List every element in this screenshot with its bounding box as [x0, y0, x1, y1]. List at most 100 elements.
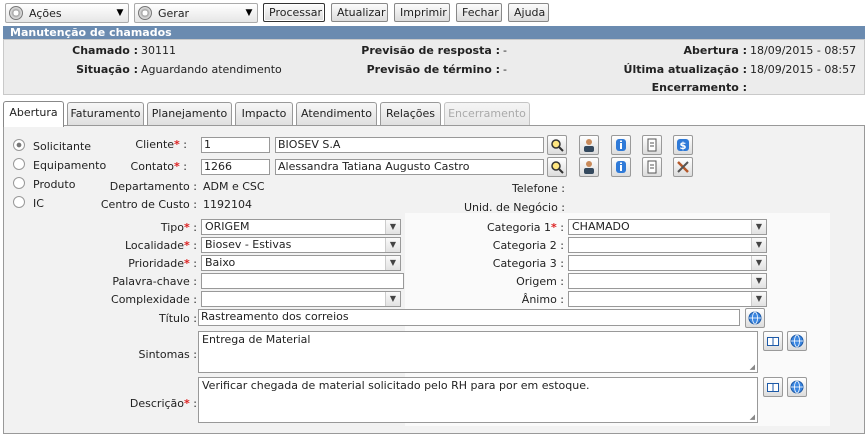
departamento-value: ADM e CSC: [203, 180, 265, 193]
palavra-chave-label: Palavra-chave :: [112, 275, 197, 288]
notepad-icon[interactable]: [642, 157, 662, 177]
gerar-label: Gerar: [158, 6, 190, 20]
search-icon[interactable]: [547, 135, 567, 155]
telefone-label: Telefone :: [512, 182, 565, 195]
resize-grip-icon[interactable]: ◢: [750, 363, 755, 371]
animo-select[interactable]: ▼: [568, 291, 767, 307]
localidade-select[interactable]: Biosev - Estivas ▼: [201, 237, 401, 253]
tab-planejamento[interactable]: Planejamento: [147, 102, 232, 126]
abertura-label: Abertura :: [683, 44, 747, 57]
contato-code-input[interactable]: 1266: [201, 159, 270, 175]
complexidade-select[interactable]: ▼: [201, 291, 401, 307]
processar-button[interactable]: Processar: [263, 3, 325, 22]
complexidade-value: [205, 292, 385, 306]
sintomas-textarea[interactable]: Entrega de Material ◢: [198, 331, 758, 373]
sintomas-text: Entrega de Material: [202, 333, 311, 346]
chevron-down-icon: ▼: [385, 238, 400, 252]
prioridade-select[interactable]: Baixo ▼: [201, 255, 401, 271]
situacao-value: Aguardando atendimento: [141, 63, 282, 76]
tab-atendimento[interactable]: Atendimento: [296, 102, 377, 126]
atualizar-button[interactable]: Atualizar: [331, 3, 388, 22]
encerramento-label: Encerramento :: [651, 81, 747, 94]
svg-text:$: $: [680, 141, 687, 152]
descricao-label: Descrição* :: [129, 397, 197, 410]
ajuda-button[interactable]: Ajuda: [508, 3, 549, 22]
previsao-resposta-value: -: [503, 44, 507, 57]
radio-produto-label: Produto: [33, 178, 76, 191]
book-icon[interactable]: [763, 377, 783, 397]
previsao-termino-value: -: [503, 63, 507, 76]
dollar-icon[interactable]: $: [673, 135, 693, 155]
categoria3-label: Categoria 3 :: [492, 257, 564, 270]
chevron-down-icon: ▼: [245, 8, 253, 18]
categoria1-select[interactable]: CHAMADO ▼: [568, 219, 767, 235]
chevron-down-icon: ▼: [385, 220, 400, 234]
gerar-dropdown[interactable]: Gerar ▼: [134, 3, 258, 23]
cliente-code-input[interactable]: 1: [201, 137, 270, 153]
ultima-atualizacao-label: Última atualização :: [623, 63, 747, 76]
categoria3-select[interactable]: ▼: [568, 255, 767, 271]
globe-icon[interactable]: [787, 331, 807, 351]
globe-icon[interactable]: [745, 308, 765, 328]
resize-grip-icon[interactable]: ◢: [750, 413, 755, 421]
info-icon[interactable]: [611, 157, 631, 177]
user-icon[interactable]: [579, 157, 599, 177]
info-icon[interactable]: [611, 135, 631, 155]
abertura-value: 18/09/2015 - 08:57: [750, 44, 857, 57]
acoes-dropdown[interactable]: Ações ▼: [5, 3, 129, 23]
prioridade-label: Prioridade* :: [128, 257, 197, 270]
categoria1-label: Categoria 1* :: [487, 221, 564, 234]
origem-label: Origem :: [516, 275, 564, 288]
user-icon[interactable]: [579, 135, 599, 155]
cliente-label: Cliente* :: [135, 138, 187, 151]
categoria2-select[interactable]: ▼: [568, 237, 767, 253]
notepad-icon[interactable]: [642, 135, 662, 155]
tipo-select[interactable]: ORIGEM ▼: [201, 219, 401, 235]
fechar-button[interactable]: Fechar: [456, 3, 502, 22]
contato-name-input[interactable]: Alessandra Tatiana Augusto Castro: [275, 159, 544, 175]
animo-value: [572, 292, 751, 306]
imprimir-button[interactable]: Imprimir: [394, 3, 450, 22]
search-icon[interactable]: [547, 157, 567, 177]
radio-equipamento[interactable]: [13, 158, 25, 170]
chevron-down-icon: ▼: [751, 220, 766, 234]
descricao-textarea[interactable]: Verificar chegada de material solicitado…: [198, 377, 758, 423]
tab-relacoes[interactable]: Relações: [380, 102, 441, 126]
prioridade-value: Baixo: [205, 256, 236, 269]
book-icon[interactable]: [763, 331, 783, 351]
active-tab-joint: [4, 124, 63, 127]
tipo-value: ORIGEM: [205, 220, 250, 233]
descricao-text: Verificar chegada de material solicitado…: [202, 379, 590, 392]
previsao-termino-label: Previsão de término :: [366, 63, 500, 76]
radio-solicitante-label: Solicitante: [33, 140, 92, 153]
tab-impacto[interactable]: Impacto: [235, 102, 293, 126]
radio-ic[interactable]: [13, 196, 25, 208]
palavra-chave-input[interactable]: [201, 273, 404, 289]
cliente-name-input[interactable]: BIOSEV S.A: [275, 137, 544, 153]
chevron-down-icon: ▼: [751, 292, 766, 306]
situacao-label: Situação :: [76, 63, 138, 76]
titulo-input[interactable]: Rastreamento dos correios: [198, 309, 740, 326]
chevron-down-icon: ▼: [751, 238, 766, 252]
tab-faturamento[interactable]: Faturamento: [67, 102, 144, 126]
contato-label: Contato* :: [130, 160, 187, 173]
origem-select[interactable]: ▼: [568, 273, 767, 289]
categoria2-label: Categoria 2 :: [492, 239, 564, 252]
chevron-down-icon: ▼: [751, 256, 766, 270]
sintomas-label: Sintomas :: [138, 348, 197, 361]
titulo-label: Título :: [158, 312, 197, 325]
ultima-atualizacao-value: 18/09/2015 - 08:57: [750, 63, 857, 76]
chevron-down-icon: ▼: [385, 292, 400, 306]
tools-icon[interactable]: [673, 157, 693, 177]
radio-ic-label: IC: [33, 197, 44, 210]
centro-custo-value: 1192104: [203, 198, 252, 211]
chamado-window: { "toolbar": { "acoes": "Ações", "gerar"…: [0, 0, 868, 437]
globe-icon[interactable]: [787, 377, 807, 397]
chevron-down-icon: ▼: [116, 8, 124, 18]
tab-encerramento[interactable]: Encerramento: [444, 102, 530, 126]
radio-solicitante[interactable]: [13, 139, 25, 151]
radio-produto[interactable]: [13, 177, 25, 189]
gear-icon: [138, 6, 152, 20]
chevron-down-icon: ▼: [385, 256, 400, 270]
radio-equipamento-label: Equipamento: [33, 159, 107, 172]
